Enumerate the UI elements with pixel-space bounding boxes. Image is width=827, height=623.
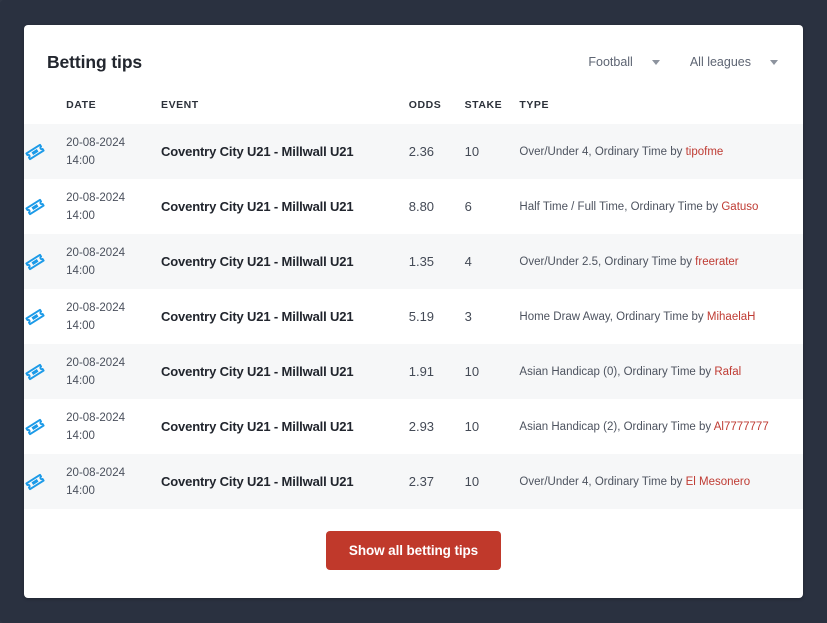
league-filter-label: All leagues	[689, 55, 751, 69]
row-date: 20-08-2024	[66, 136, 125, 149]
row-date: 20-08-2024	[66, 301, 125, 314]
cell-type: Over/Under 4, Ordinary Time by tipofme	[519, 124, 803, 179]
row-time: 14:00	[66, 484, 95, 497]
table-header-row: DATE EVENT ODDS STAKE TYPE	[24, 99, 803, 124]
ticket-icon	[24, 289, 66, 344]
row-type: Home Draw Away, Ordinary Time by	[519, 310, 704, 323]
cell-type: Asian Handicap (2), Ordinary Time by Al7…	[519, 399, 803, 454]
row-stake: 3	[464, 309, 472, 324]
row-time: 14:00	[66, 319, 95, 332]
row-date: 20-08-2024	[66, 246, 125, 259]
row-odds: 1.91	[408, 364, 435, 379]
row-type: Half Time / Full Time, Ordinary Time by	[519, 200, 719, 213]
table-row[interactable]: 20-08-2024 14:00 Coventry City U21 - Millw…	[24, 344, 803, 399]
row-odds: 2.93	[408, 419, 435, 434]
cell-date: 20-08-2024 14:00	[66, 454, 161, 509]
league-filter-dropdown[interactable]: All leagues	[690, 55, 778, 69]
column-header-stake[interactable]: STAKE	[465, 99, 520, 124]
page-title: Betting tips	[47, 51, 143, 72]
row-tipster-link[interactable]: tipofme	[686, 146, 724, 158]
cell-date: 20-08-2024 14:00	[66, 124, 161, 179]
cell-type: Half Time / Full Time, Ordinary Time by …	[519, 179, 803, 234]
table-row[interactable]: 20-08-2024 14:00 Coventry City U21 - Millw…	[24, 234, 803, 289]
row-stake: 10	[464, 144, 480, 159]
ticket-icon	[24, 454, 66, 509]
cell-type: Asian Handicap (0), Ordinary Time by Raf…	[519, 344, 803, 399]
row-tipster-link[interactable]: freerater	[695, 256, 738, 268]
row-event[interactable]: Coventry City U21 - Millwall U21	[161, 234, 409, 289]
table-row[interactable]: 20-08-2024 14:00 Coventry City U21 - Millw…	[24, 124, 803, 179]
row-date: 20-08-2024	[66, 191, 125, 204]
ticket-icon	[24, 234, 66, 289]
cell-date: 20-08-2024 14:00	[66, 344, 161, 399]
cell-date: 20-08-2024 14:00	[66, 234, 161, 289]
row-type: Asian Handicap (0), Ordinary Time by	[519, 365, 712, 378]
row-type: Over/Under 4, Ordinary Time by	[519, 475, 683, 488]
header-filters: Football All leagues	[588, 55, 778, 69]
table-row[interactable]: 20-08-2024 14:00 Coventry City U21 - Millw…	[24, 454, 803, 509]
row-date: 20-08-2024	[66, 356, 125, 369]
row-tipster-link[interactable]: Al7777777	[714, 421, 769, 433]
row-odds: 2.37	[408, 474, 435, 489]
column-header-odds[interactable]: ODDS	[409, 99, 465, 124]
ticket-icon	[24, 124, 66, 179]
cell-type: Over/Under 4, Ordinary Time by El Mesone…	[519, 454, 803, 509]
row-date: 20-08-2024	[66, 411, 125, 424]
table-row[interactable]: 20-08-2024 14:00 Coventry City U21 - Millw…	[24, 399, 803, 454]
card-header: Betting tips Football All leagues	[24, 25, 803, 99]
row-type: Asian Handicap (2), Ordinary Time by	[519, 420, 712, 433]
ticket-icon	[24, 344, 66, 399]
row-tipster-link[interactable]: Gatuso	[721, 201, 758, 213]
sport-filter-dropdown[interactable]: Football	[588, 55, 660, 69]
row-event[interactable]: Coventry City U21 - Millwall U21	[161, 289, 409, 344]
ticket-icon	[24, 179, 66, 234]
ticket-icon	[24, 399, 66, 454]
cell-date: 20-08-2024 14:00	[66, 179, 161, 234]
row-stake: 10	[464, 364, 480, 379]
row-event[interactable]: Coventry City U21 - Millwall U21	[161, 179, 409, 234]
row-time: 14:00	[66, 264, 95, 277]
row-odds: 1.35	[408, 254, 435, 269]
cell-type: Home Draw Away, Ordinary Time by Mihaela…	[519, 289, 803, 344]
column-header-date[interactable]: DATE	[66, 99, 161, 124]
cell-type: Over/Under 2.5, Ordinary Time by freerat…	[519, 234, 803, 289]
table-body: 20-08-2024 14:00 Coventry City U21 - Millw…	[24, 124, 803, 509]
show-all-betting-tips-button[interactable]: Show all betting tips	[325, 531, 502, 570]
row-time: 14:00	[66, 374, 95, 387]
row-time: 14:00	[66, 429, 95, 442]
row-type: Over/Under 2.5, Ordinary Time by	[519, 255, 692, 268]
row-tipster-link[interactable]: MihaelaH	[707, 311, 756, 323]
row-odds: 8.80	[408, 199, 435, 214]
row-date: 20-08-2024	[66, 466, 125, 479]
row-time: 14:00	[66, 154, 95, 167]
table-header: DATE EVENT ODDS STAKE TYPE	[24, 99, 803, 124]
betting-tips-table: DATE EVENT ODDS STAKE TYPE 20-08-2024 14:…	[24, 99, 803, 509]
row-tipster-link[interactable]: Rafal	[714, 366, 741, 378]
column-header-type[interactable]: TYPE	[519, 99, 803, 124]
row-stake: 10	[464, 419, 480, 434]
cell-date: 20-08-2024 14:00	[66, 399, 161, 454]
chevron-down-icon	[770, 59, 778, 65]
row-type: Over/Under 4, Ordinary Time by	[519, 145, 683, 158]
row-stake: 6	[464, 199, 472, 214]
table-row[interactable]: 20-08-2024 14:00 Coventry City U21 - Millw…	[24, 289, 803, 344]
row-odds: 2.36	[408, 144, 435, 159]
cell-date: 20-08-2024 14:00	[66, 289, 161, 344]
row-time: 14:00	[66, 209, 95, 222]
row-event[interactable]: Coventry City U21 - Millwall U21	[161, 399, 409, 454]
row-stake: 10	[464, 474, 480, 489]
row-tipster-link[interactable]: El Mesonero	[686, 476, 751, 488]
card-footer: Show all betting tips	[24, 509, 803, 570]
sport-filter-label: Football	[588, 55, 633, 69]
row-stake: 4	[464, 254, 472, 269]
row-odds: 5.19	[408, 309, 435, 324]
row-event[interactable]: Coventry City U21 - Millwall U21	[161, 454, 409, 509]
chevron-down-icon	[651, 59, 660, 65]
column-header-icon	[24, 99, 66, 124]
row-event[interactable]: Coventry City U21 - Millwall U21	[161, 344, 409, 399]
column-header-event[interactable]: EVENT	[161, 99, 409, 124]
betting-tips-card: Betting tips Football All leagues DATE E…	[24, 25, 803, 598]
table-row[interactable]: 20-08-2024 14:00 Coventry City U21 - Millw…	[24, 179, 803, 234]
row-event[interactable]: Coventry City U21 - Millwall U21	[161, 124, 409, 179]
